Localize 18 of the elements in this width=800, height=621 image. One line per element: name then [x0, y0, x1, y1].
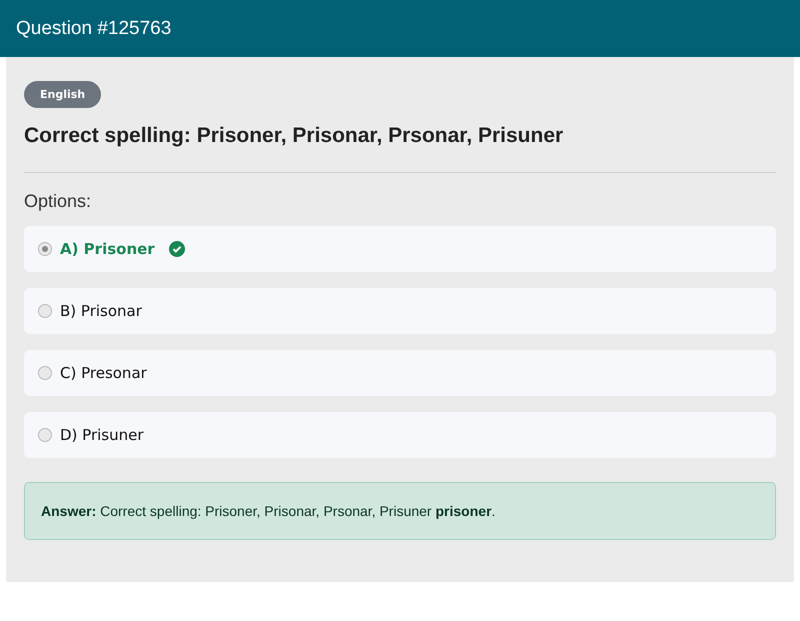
radio-button[interactable] [38, 428, 52, 442]
answer-text: Answer: Correct spelling: Prisoner, Prisonar, Prsonar, Prisuner prisoner. [24, 482, 776, 540]
check-circle-icon [168, 241, 185, 257]
option-row[interactable]: C) Presonar [24, 350, 776, 396]
option-row[interactable]: D) Prisuner [24, 412, 776, 458]
option-row[interactable]: A) Prisoner [24, 226, 776, 272]
options-label: Options: [24, 191, 92, 212]
page-title: Question #125763 [16, 18, 172, 40]
question-text: Correct spelling: Prisoner, Prisonar, Prsonar, Prisuner [24, 124, 564, 148]
option-label: A) Prisoner [60, 240, 155, 258]
radio-button[interactable] [38, 242, 52, 256]
radio-button[interactable] [38, 366, 52, 380]
option-label: D) Prisuner [60, 426, 144, 444]
option-label: B) Prisonar [60, 302, 142, 320]
option-row[interactable]: B) Prisonar [24, 288, 776, 334]
radio-button[interactable] [38, 304, 52, 318]
category-badge: English [24, 81, 102, 108]
option-label: C) Presonar [60, 364, 147, 382]
